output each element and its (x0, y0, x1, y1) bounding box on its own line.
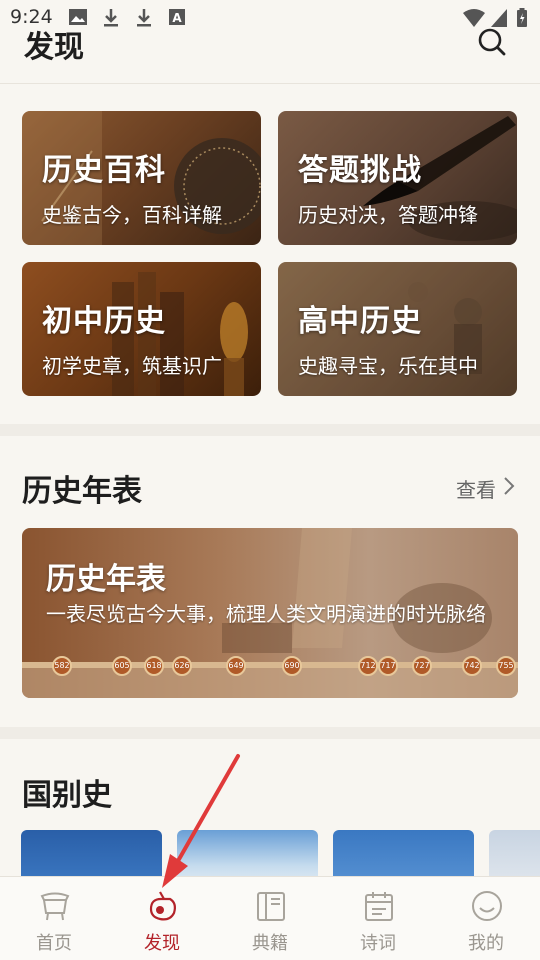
timeline-year: 690 (282, 656, 302, 676)
nav-poetry[interactable]: 诗词 (324, 877, 432, 960)
search-button[interactable] (474, 24, 510, 60)
card-subtitle: 史趣寻宝，乐在其中 (298, 354, 478, 378)
timeline-year: 605 (112, 656, 132, 676)
chevron-right-icon[interactable] (502, 476, 516, 496)
card-subtitle: 历史对决，答题冲锋 (298, 203, 478, 227)
section-divider (0, 424, 540, 436)
nav-classics[interactable]: 典籍 (216, 877, 324, 960)
timeline-year: 649 (226, 656, 246, 676)
timeline-card-title: 历史年表 (46, 562, 166, 597)
timeline-heading: 历史年表 (22, 474, 142, 509)
bottom-nav: 首页 发现 典籍 诗词 我的 (0, 876, 540, 960)
book-icon (257, 892, 285, 921)
discover-icon (149, 891, 176, 921)
card-title: 答题挑战 (298, 153, 422, 188)
timeline-year: 755 (496, 656, 516, 676)
card-quiz-challenge[interactable]: 答题挑战 历史对决，答题冲锋 (278, 111, 517, 245)
timeline-card[interactable]: 历史年表 一表尽览古今大事，梳理人类文明演进的时光脉络 582 605 618 … (22, 528, 518, 698)
timeline-year: 717 (378, 656, 398, 676)
home-icon (40, 892, 70, 921)
section-divider (0, 727, 540, 739)
timeline-year: 618 (144, 656, 164, 676)
nav-label: 发现 (144, 933, 180, 954)
card-junior-history[interactable]: 初中历史 初学史章，筑基识广 (22, 262, 261, 396)
timeline-year: 712 (358, 656, 378, 676)
card-title: 高中历史 (298, 304, 422, 339)
nav-home[interactable]: 首页 (0, 877, 108, 960)
card-history-encyclopedia[interactable]: 历史百科 史鉴古今，百科详解 (22, 111, 261, 245)
nav-label: 我的 (468, 933, 504, 954)
card-title: 历史百科 (42, 153, 166, 188)
nav-label: 诗词 (360, 933, 396, 954)
timeline-year: 727 (412, 656, 432, 676)
timeline-card-description: 一表尽览古今大事，梳理人类文明演进的时光脉络 (46, 602, 486, 626)
calendar-icon (365, 892, 393, 921)
search-icon (478, 28, 506, 56)
timeline-year: 742 (462, 656, 482, 676)
view-more-link[interactable]: 查看 (456, 474, 496, 503)
card-title: 初中历史 (42, 304, 166, 339)
page-title: 发现 (24, 30, 84, 65)
nav-label: 典籍 (252, 933, 288, 954)
timeline-year: 582 (52, 656, 72, 676)
profile-icon (472, 891, 502, 921)
nav-discover[interactable]: 发现 (108, 877, 216, 960)
timeline-axis (22, 662, 518, 668)
country-history-heading: 国别史 (22, 778, 112, 813)
card-subtitle: 史鉴古今，百科详解 (42, 203, 222, 227)
card-senior-history[interactable]: 高中历史 史趣寻宝，乐在其中 (278, 262, 517, 396)
card-subtitle: 初学史章，筑基识广 (42, 354, 222, 378)
nav-profile[interactable]: 我的 (432, 877, 540, 960)
timeline-year: 626 (172, 656, 192, 676)
header: 发现 (0, 18, 540, 84)
nav-label: 首页 (36, 933, 72, 954)
